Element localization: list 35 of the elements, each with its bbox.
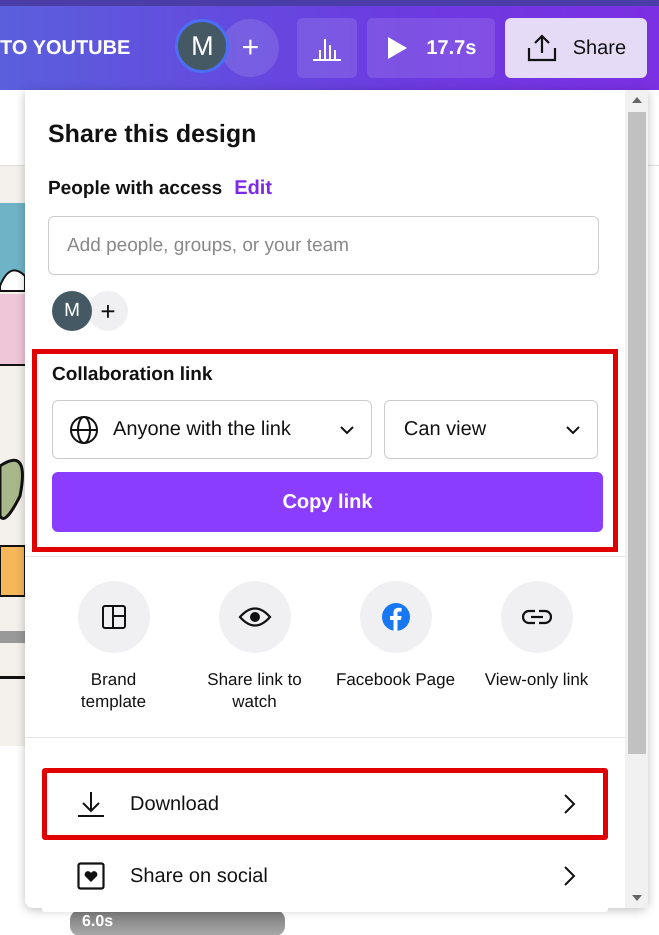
edit-link[interactable]: Edit <box>234 177 272 200</box>
layout-icon <box>100 604 126 630</box>
download-icon <box>77 790 105 818</box>
insights-button[interactable] <box>297 18 358 78</box>
share-button[interactable]: Share <box>505 18 648 78</box>
section-label: Collaboration link <box>52 364 214 386</box>
menu-item[interactable]: Download <box>42 768 608 840</box>
facebook-icon <box>382 603 410 631</box>
user-avatar[interactable]: M <box>175 19 230 73</box>
scroll-up-icon[interactable] <box>630 96 642 104</box>
globe-icon <box>69 414 99 444</box>
share-option[interactable]: Brand template <box>43 581 184 713</box>
eye-icon <box>238 606 272 628</box>
play-button[interactable]: 17.7s <box>367 18 496 78</box>
design-title: TO YOUTUBE <box>0 36 130 60</box>
scrollbar[interactable] <box>625 90 648 908</box>
chevron-right-icon <box>563 865 577 887</box>
panel-title: Share this design <box>47 119 258 150</box>
permission-dropdown[interactable]: Can view <box>384 400 598 459</box>
copy-link-button[interactable]: Copy link <box>52 472 603 532</box>
chevron-down-icon <box>338 424 355 434</box>
add-member-button[interactable]: + <box>88 291 128 331</box>
share-option[interactable]: Facebook Page <box>325 581 466 713</box>
chevron-right-icon <box>563 793 577 815</box>
member-avatar[interactable]: M <box>52 291 92 331</box>
add-people-field[interactable]: Add people, groups, or your team <box>48 216 599 275</box>
chevron-down-icon <box>565 424 581 434</box>
scroll-down-icon[interactable] <box>630 894 642 902</box>
play-icon <box>386 36 408 60</box>
share-option[interactable]: View-only link <box>466 581 607 713</box>
share-option[interactable]: Share link to watch <box>184 581 325 713</box>
clip-duration: 6.0s <box>82 913 114 930</box>
access-dropdown[interactable]: Anyone with the link <box>52 400 372 459</box>
upload-icon <box>526 34 557 62</box>
section-label: People with access <box>48 178 222 200</box>
